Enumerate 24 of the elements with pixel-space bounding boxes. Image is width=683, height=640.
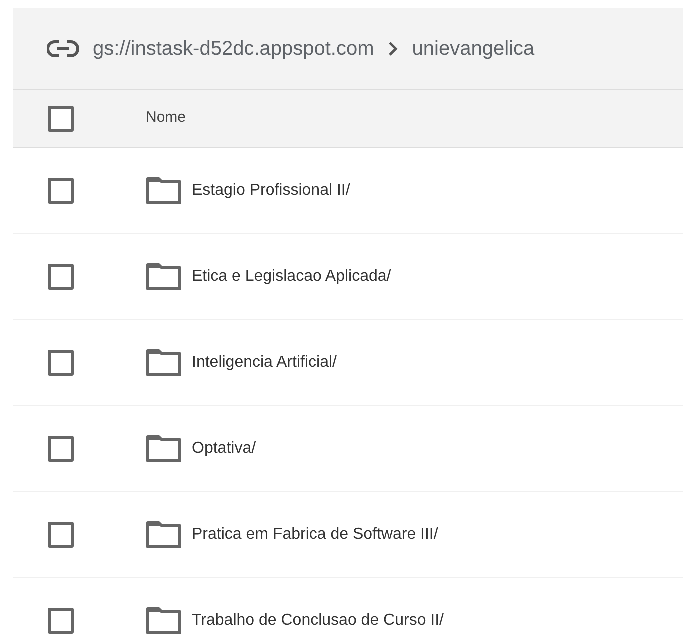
breadcrumb-link[interactable]: gs://instask-d52dc.appspot.com xyxy=(93,34,374,64)
row-checkbox[interactable] xyxy=(48,264,74,290)
folder-name[interactable]: Optativa/ xyxy=(192,436,256,460)
breadcrumb-link[interactable]: unievangelica xyxy=(412,34,535,64)
folder-name[interactable]: Trabalho de Conclusao de Curso II/ xyxy=(192,608,444,632)
row-checkbox[interactable] xyxy=(48,178,74,204)
row-checkbox[interactable] xyxy=(48,350,74,376)
folder-icon xyxy=(146,520,182,548)
folder-icon xyxy=(146,434,182,462)
column-header[interactable]: Nome xyxy=(146,107,186,130)
chevron-icon xyxy=(388,40,398,56)
row-checkbox[interactable] xyxy=(48,522,74,548)
folder-name[interactable]: Inteligencia Artificial/ xyxy=(192,350,337,374)
folder-icon xyxy=(146,348,182,376)
select-all-checkbox[interactable] xyxy=(48,106,74,132)
folder-icon xyxy=(146,262,182,290)
folder-name[interactable]: Estagio Profissional II/ xyxy=(192,178,350,202)
row-checkbox[interactable] xyxy=(48,436,74,462)
row-checkbox[interactable] xyxy=(48,608,74,634)
folder-icon xyxy=(146,176,182,204)
link-icon xyxy=(47,40,79,58)
folder-icon xyxy=(146,606,182,634)
folder-name[interactable]: Etica e Legislacao Aplicada/ xyxy=(192,264,392,288)
folder-name[interactable]: Pratica em Fabrica de Software III/ xyxy=(192,522,438,546)
